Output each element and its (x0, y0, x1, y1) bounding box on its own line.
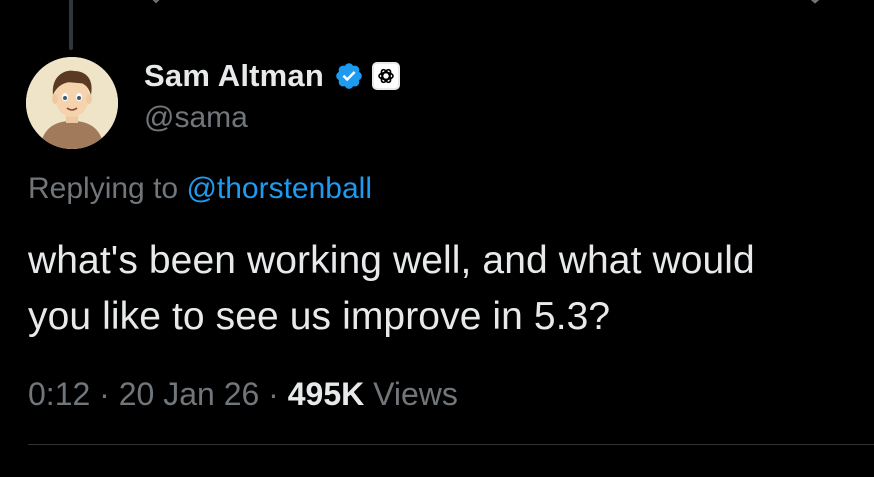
meta-separator: · (268, 376, 279, 412)
author-handle[interactable]: @sama (144, 101, 248, 135)
views-count[interactable]: 495K (288, 376, 365, 412)
tweet-detail: Sam Altman @sama Replying to @thorstenba… (0, 0, 874, 477)
tweet-text-line: what's been working well, and what would (28, 239, 755, 282)
reply-mention-link[interactable]: @thorstenball (186, 172, 372, 205)
tweet-time[interactable]: 0:12 (28, 376, 90, 412)
divider (28, 444, 874, 445)
partial-icon (152, 0, 160, 4)
reply-context-prefix: Replying to (28, 172, 179, 205)
more-options-icon[interactable] (800, 0, 830, 6)
views-label[interactable]: Views (373, 376, 458, 412)
tweet-text-line: you like to see us improve in 5.3? (28, 295, 611, 338)
verified-badge-icon[interactable] (334, 61, 364, 91)
meta-separator: · (99, 376, 110, 412)
author-row: Sam Altman (144, 56, 401, 96)
tweet-text: what's been working well, and what would… (28, 233, 868, 345)
openai-logo-icon[interactable] (372, 62, 401, 90)
avatar-illustration (26, 57, 118, 149)
tweet-meta: 0:12 · 20 Jan 26 · 495K Views (28, 376, 458, 413)
tweet-date[interactable]: 20 Jan 26 (119, 376, 260, 412)
reply-context: Replying to @thorstenball (28, 172, 372, 206)
avatar[interactable] (26, 57, 118, 149)
openai-knot-icon (378, 68, 394, 84)
author-display-name[interactable]: Sam Altman (144, 58, 324, 94)
thread-connector-line (69, 0, 73, 50)
